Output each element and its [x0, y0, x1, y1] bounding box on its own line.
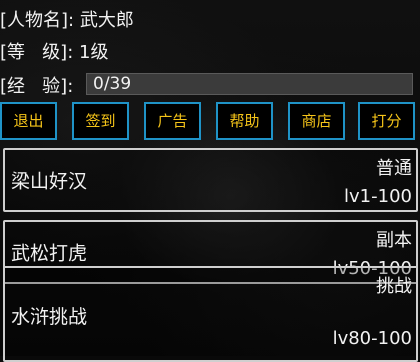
stage-type: 挑战	[376, 276, 412, 297]
shop-button[interactable]: 商店	[288, 102, 345, 140]
stage-title: 武松打虎	[11, 242, 88, 265]
character-name-label: [人物名]:	[0, 10, 80, 31]
character-name-row: [人物名]: 武大郎	[0, 6, 134, 32]
experience-progress-bar: 0/39	[86, 73, 413, 95]
stage-type: 副本	[376, 230, 412, 251]
quit-button[interactable]: 退出	[0, 102, 57, 140]
experience-label: [经 验]:	[0, 76, 79, 97]
stage-title: 梁山好汉	[11, 170, 88, 193]
help-button[interactable]: 帮助	[216, 102, 273, 140]
advertisement-button[interactable]: 广告	[144, 102, 201, 140]
stage-type: 普通	[376, 158, 412, 179]
character-level-value: 1级	[79, 42, 109, 63]
stage-card-water-margin-challenge[interactable]: 水浒挑战 挑战 lv80-100	[3, 266, 418, 362]
stage-title: 水浒挑战	[11, 306, 88, 328]
character-level-label: [等 级]:	[0, 42, 79, 63]
experience-row: [经 验]:	[0, 72, 79, 98]
sign-in-button[interactable]: 签到	[72, 102, 129, 140]
stage-card-liangshan-heroes[interactable]: 梁山好汉 普通 lv1-100	[3, 148, 418, 212]
character-level-row: [等 级]: 1级	[0, 38, 108, 64]
stage-level-range: lv1-100	[344, 186, 412, 207]
character-name-value: 武大郎	[79, 10, 134, 31]
stage-level-range: lv80-100	[332, 328, 412, 349]
rate-button[interactable]: 打分	[358, 102, 415, 140]
experience-progress-text: 0/39	[93, 74, 132, 94]
